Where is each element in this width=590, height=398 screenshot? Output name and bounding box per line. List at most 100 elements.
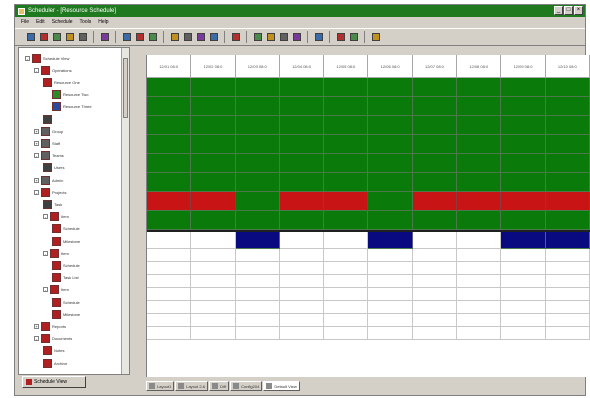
schedule-cell-white[interactable] bbox=[368, 327, 413, 340]
schedule-cell-white[interactable] bbox=[457, 314, 502, 327]
schedule-cell-white[interactable] bbox=[191, 301, 236, 314]
save-button[interactable] bbox=[182, 31, 193, 43]
schedule-cell-white[interactable] bbox=[412, 262, 458, 275]
schedule-cell-green[interactable] bbox=[545, 173, 590, 192]
tree-scroll-thumb[interactable] bbox=[123, 58, 128, 118]
tree-node[interactable]: + Group bbox=[34, 126, 63, 136]
schedule-cell-green[interactable] bbox=[501, 173, 546, 192]
collapse-icon[interactable]: - bbox=[34, 67, 39, 73]
schedule-cell-green[interactable] bbox=[501, 154, 546, 173]
schedule-cell-green[interactable] bbox=[457, 135, 502, 154]
schedule-cell-green[interactable] bbox=[191, 116, 236, 135]
schedule-cell-green[interactable] bbox=[147, 116, 192, 135]
schedule-cell-green[interactable] bbox=[501, 211, 546, 230]
schedule-cell-blue[interactable] bbox=[368, 232, 413, 249]
schedule-cell-green[interactable] bbox=[324, 154, 369, 173]
schedule-cell-white[interactable] bbox=[147, 301, 192, 314]
schedule-cell-white[interactable] bbox=[412, 314, 458, 327]
grid-button[interactable] bbox=[134, 31, 145, 43]
schedule-cell-white[interactable] bbox=[457, 301, 502, 314]
schedule-cell-red[interactable] bbox=[191, 192, 236, 211]
schedule-cell-green[interactable] bbox=[279, 78, 325, 97]
schedule-cell-white[interactable] bbox=[147, 249, 192, 262]
schedule-cell-green[interactable] bbox=[235, 211, 280, 230]
redo-button[interactable] bbox=[278, 31, 289, 43]
tree-node[interactable]: - Projects bbox=[34, 187, 66, 197]
schedule-cell-green[interactable] bbox=[324, 173, 369, 192]
schedule-cell-white[interactable] bbox=[235, 314, 280, 327]
schedule-cell-green[interactable] bbox=[279, 154, 325, 173]
schedule-cell-white[interactable] bbox=[501, 288, 546, 301]
bottom-tab[interactable]: Layout1 bbox=[146, 381, 175, 391]
schedule-cell-green[interactable] bbox=[545, 135, 590, 154]
schedule-cell-green[interactable] bbox=[368, 192, 413, 211]
menu-tools[interactable]: Tools bbox=[80, 19, 92, 25]
tree-scrollbar[interactable] bbox=[121, 48, 129, 374]
schedule-cell-green[interactable] bbox=[457, 116, 502, 135]
schedule-cell-green[interactable] bbox=[279, 116, 325, 135]
schedule-cell-green[interactable] bbox=[324, 97, 369, 116]
column-header[interactable]: 12/03 08:0 bbox=[235, 55, 280, 78]
first-button[interactable] bbox=[25, 31, 36, 43]
tree-node[interactable]: - Operations bbox=[34, 65, 72, 75]
schedule-cell-white[interactable] bbox=[235, 275, 280, 288]
schedule-cell-white[interactable] bbox=[368, 301, 413, 314]
schedule-cell-white[interactable] bbox=[191, 249, 236, 262]
collapse-icon[interactable]: - bbox=[43, 214, 48, 220]
schedule-cell-white[interactable] bbox=[147, 288, 192, 301]
schedule-cell-white[interactable] bbox=[235, 249, 280, 262]
schedule-cell-green[interactable] bbox=[279, 97, 325, 116]
tree-node[interactable]: - Teams bbox=[34, 151, 64, 161]
schedule-cell-white[interactable] bbox=[412, 288, 458, 301]
schedule-cell-white[interactable] bbox=[147, 275, 192, 288]
schedule-cell-red[interactable] bbox=[324, 192, 369, 211]
back-button[interactable] bbox=[38, 31, 49, 43]
schedule-cell-green[interactable] bbox=[147, 173, 192, 192]
tree-view[interactable]: - Schedule View - Operations Resource One Res… bbox=[19, 48, 123, 374]
schedule-cell-white[interactable] bbox=[368, 314, 413, 327]
schedule-cell-green[interactable] bbox=[191, 211, 236, 230]
tree-node[interactable]: Task bbox=[43, 199, 62, 209]
menu-help[interactable]: Help bbox=[98, 19, 108, 25]
schedule-cell-red[interactable] bbox=[457, 192, 502, 211]
schedule-cell-white[interactable] bbox=[545, 327, 590, 340]
schedule-cell-white[interactable] bbox=[147, 262, 192, 275]
schedule-cell-green[interactable] bbox=[147, 97, 192, 116]
bottom-tab[interactable]: Config204 bbox=[230, 381, 263, 391]
schedule-cell-green[interactable] bbox=[545, 116, 590, 135]
close-button[interactable]: × bbox=[574, 6, 583, 15]
refresh-button[interactable] bbox=[291, 31, 302, 43]
menu-file[interactable]: File bbox=[21, 19, 29, 25]
schedule-cell-green[interactable] bbox=[235, 78, 280, 97]
collapse-icon[interactable]: - bbox=[34, 153, 39, 159]
schedule-cell-white[interactable] bbox=[501, 262, 546, 275]
schedule-cell-white[interactable] bbox=[324, 232, 369, 249]
paste-button[interactable] bbox=[265, 31, 276, 43]
schedule-cell-white[interactable] bbox=[279, 262, 325, 275]
schedule-cell-green[interactable] bbox=[545, 78, 590, 97]
schedule-cell-green[interactable] bbox=[368, 97, 413, 116]
tree-tab[interactable]: Schedule View bbox=[22, 376, 86, 388]
minimize-button[interactable]: _ bbox=[554, 6, 563, 15]
column-header[interactable]: 12/10 08:0 bbox=[545, 55, 590, 78]
schedule-cell-green[interactable] bbox=[457, 211, 502, 230]
tree-node[interactable]: - Schedule View bbox=[25, 53, 69, 63]
schedule-cell-red[interactable] bbox=[501, 192, 546, 211]
schedule-cell-green[interactable] bbox=[191, 135, 236, 154]
schedule-cell-green[interactable] bbox=[324, 116, 369, 135]
schedule-cell-green[interactable] bbox=[501, 78, 546, 97]
schedule-cell-blue[interactable] bbox=[545, 232, 590, 249]
schedule-cell-green[interactable] bbox=[191, 97, 236, 116]
schedule-cell-white[interactable] bbox=[191, 327, 236, 340]
schedule-cell-green[interactable] bbox=[457, 78, 502, 97]
maximize-button[interactable]: □ bbox=[564, 6, 573, 15]
schedule-cell-white[interactable] bbox=[501, 327, 546, 340]
schedule-cell-white[interactable] bbox=[279, 327, 325, 340]
schedule-cell-red[interactable] bbox=[279, 192, 325, 211]
schedule-cell-green[interactable] bbox=[235, 135, 280, 154]
column-header[interactable]: 12/01 08:0 bbox=[147, 55, 192, 78]
schedule-cell-white[interactable] bbox=[191, 232, 236, 249]
schedule-cell-white[interactable] bbox=[279, 288, 325, 301]
schedule-cell-white[interactable] bbox=[368, 275, 413, 288]
schedule-cell-white[interactable] bbox=[235, 301, 280, 314]
